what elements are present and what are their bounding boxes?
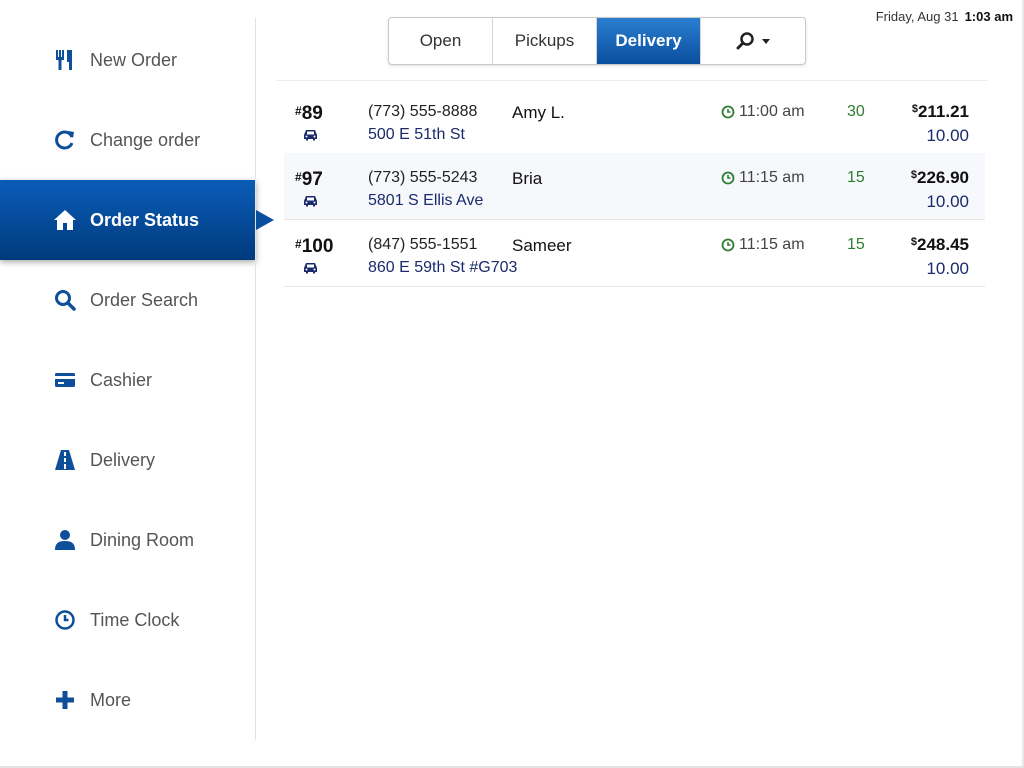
order-row[interactable]: #89 (773) 555-8888 Amy L. 500 E 51th St … [284, 87, 985, 154]
currency-symbol: $ [911, 103, 918, 115]
search-icon [736, 31, 756, 51]
order-time-value: 11:15 am [739, 236, 805, 253]
order-address: 500 E 51th St [368, 126, 465, 143]
order-type-tabs: Open Pickups Delivery [388, 17, 806, 65]
sidebar-item-cashier[interactable]: Cashier [0, 340, 256, 420]
order-number-hash: # [295, 104, 302, 118]
road-icon [53, 448, 77, 472]
order-phone: (773) 555-8888 [368, 103, 478, 120]
sidebar-item-label: Time Clock [90, 609, 180, 630]
order-number-value: 97 [301, 169, 323, 190]
time-label: 1:03 am [964, 9, 1013, 24]
order-minutes: 15 [847, 236, 865, 253]
order-total: $248.45 [911, 235, 969, 255]
sidebar-item-label: Delivery [90, 449, 156, 470]
order-total-value: 248.45 [917, 235, 969, 254]
order-time-value: 11:15 am [739, 169, 805, 186]
tab-delivery[interactable]: Delivery [597, 18, 701, 64]
clock-icon [53, 608, 77, 632]
order-total: $211.21 [912, 102, 969, 122]
date-label: Friday, Aug 31 [875, 9, 959, 24]
sidebar-item-time-clock[interactable]: Time Clock [0, 580, 256, 660]
order-phone: (773) 555-5243 [368, 169, 478, 186]
clock-icon [721, 171, 735, 185]
order-customer-name: Amy L. [512, 103, 565, 122]
order-total: $226.90 [911, 168, 969, 188]
sidebar: New Order Change order Order Status Orde… [0, 0, 274, 768]
list-divider [276, 80, 988, 81]
sidebar-item-label: Change order [90, 129, 201, 150]
sidebar-item-label: Order Search [90, 289, 199, 310]
order-customer-name: Bria [512, 169, 543, 188]
sidebar-item-label: Order Status [90, 209, 200, 230]
order-number: #97 [295, 169, 323, 191]
order-customer-name: Sameer [512, 236, 572, 255]
sidebar-item-change-order[interactable]: Change order [0, 100, 256, 180]
order-time-value: 11:00 am [739, 103, 805, 120]
order-row[interactable]: #100 (847) 555-1551 Sameer 860 E 59th St… [284, 220, 985, 287]
credit-card-icon [53, 368, 77, 392]
order-address: 860 E 59th St #G703 [368, 259, 518, 276]
clock-icon [721, 105, 735, 119]
sidebar-item-dining-room[interactable]: Dining Room [0, 500, 256, 580]
sidebar-item-label: Dining Room [90, 529, 195, 550]
sidebar-divider [255, 18, 256, 740]
order-time: 11:00 am [721, 103, 805, 121]
sidebar-item-more[interactable]: More [0, 660, 256, 740]
order-number: #100 [295, 236, 333, 258]
currency-symbol: $ [910, 169, 917, 181]
order-phone: (847) 555-1551 [368, 236, 478, 253]
order-minutes: 15 [847, 169, 865, 186]
sidebar-item-delivery[interactable]: Delivery [0, 420, 256, 500]
order-address: 5801 S Ellis Ave [368, 192, 484, 209]
search-icon [53, 288, 77, 312]
order-total-value: 226.90 [917, 168, 969, 187]
order-number-hash: # [295, 170, 302, 184]
car-icon [303, 195, 318, 207]
sidebar-item-label: Cashier [90, 369, 153, 390]
sidebar-item-order-status[interactable]: Order Status [0, 180, 274, 260]
order-number-value: 100 [301, 236, 334, 257]
sidebar-item-new-order[interactable]: New Order [0, 20, 256, 100]
order-row[interactable]: #97 (773) 555-5243 Bria 5801 S Ellis Ave… [284, 153, 985, 220]
fork-knife-icon [53, 48, 77, 72]
order-delivery-fee: 10.00 [926, 192, 969, 211]
caret-down-icon [762, 38, 770, 44]
home-icon [53, 208, 77, 232]
order-time: 11:15 am [721, 169, 805, 187]
refresh-icon [53, 128, 77, 152]
sidebar-item-order-search[interactable]: Order Search [0, 260, 256, 340]
order-delivery-fee: 10.00 [926, 126, 969, 145]
tab-pickups[interactable]: Pickups [493, 18, 597, 64]
order-total-value: 211.21 [917, 102, 969, 121]
car-icon [303, 129, 318, 141]
clock-icon [721, 238, 735, 252]
plus-icon [53, 688, 77, 712]
datetime: Friday, Aug 31 1:03 am [876, 9, 1013, 24]
order-delivery-fee: 10.00 [926, 259, 969, 278]
person-icon [53, 528, 77, 552]
sidebar-item-label: New Order [90, 49, 178, 70]
tab-open[interactable]: Open [389, 18, 493, 64]
sidebar-item-label: More [90, 689, 132, 710]
order-number-value: 89 [301, 103, 323, 124]
search-dropdown-button[interactable] [701, 18, 805, 64]
order-number: #89 [295, 103, 323, 125]
order-minutes: 30 [847, 103, 865, 120]
car-icon [303, 262, 318, 274]
order-time: 11:15 am [721, 236, 805, 254]
order-number-hash: # [295, 237, 302, 251]
currency-symbol: $ [910, 236, 917, 248]
